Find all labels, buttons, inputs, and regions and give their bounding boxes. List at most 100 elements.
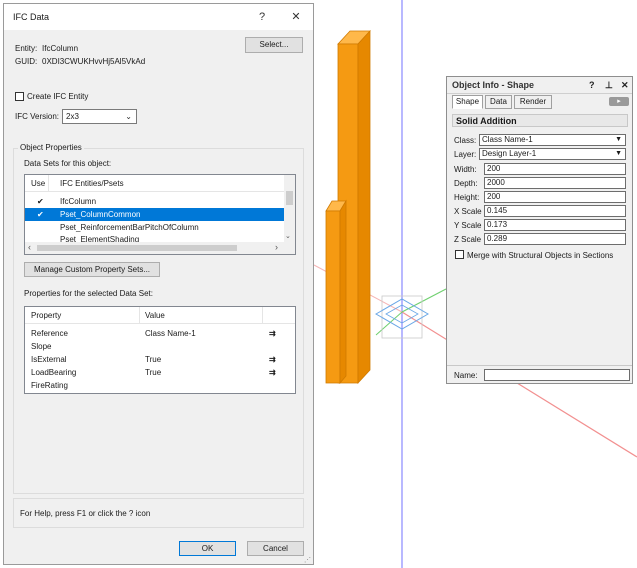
dropdown-arrow-icon: ▼ [615,136,622,143]
property-value: True [145,368,162,377]
chevron-down-icon: ⌄ [125,112,132,121]
create-ifc-entity-label: Create IFC Entity [27,92,89,101]
dialog-title: IFC Data [13,12,50,22]
palette-titlebar[interactable]: Object Info - Shape ? ⊥ ✕ [447,77,632,94]
pset-name: IfcColumn [60,197,97,206]
height-field[interactable]: 200 [484,191,626,203]
pset-name: Pset_ReinforcementBarPitchOfColumn [60,223,199,232]
merge-structural-label: Merge with Structural Objects in Section… [467,251,614,260]
scroll-left-arrow-icon[interactable]: ‹ [28,242,31,252]
x-scale-label: X Scale [454,207,482,216]
layer-label: Layer: [454,150,477,159]
check-icon: ✔ [37,197,44,206]
dialog-titlebar[interactable]: IFC Data ? ✕ [4,4,313,30]
class-dropdown[interactable]: Class Name-1 ▼ [479,134,626,146]
help-status-box: For Help, press F1 or click the ? icon [13,498,304,528]
manage-custom-property-sets-button[interactable]: Manage Custom Property Sets... [24,262,160,277]
x-scale-field[interactable]: 0.145 [484,205,626,217]
header-value: Value [145,311,165,320]
dropdown-arrow-icon: ▼ [615,150,622,157]
pin-icon[interactable]: ⊥ [605,80,613,91]
depth-label: Depth: [454,179,478,188]
header-use: Use [31,179,46,188]
ifc-version-value: 2x3 [66,112,79,121]
pset-row-selected[interactable]: ✔ Pset_ColumnCommon [25,208,284,221]
header-ifc-entities: IFC Entities/Psets [60,179,124,188]
help-button[interactable]: ? [589,80,595,90]
help-button[interactable]: ? [251,8,273,26]
depth-field[interactable]: 2000 [484,177,626,189]
property-value: Class Name-1 [145,329,196,338]
palette-menu-icon[interactable]: ▸ [609,97,629,106]
layer-dropdown[interactable]: Design Layer-1 ▼ [479,148,626,160]
property-name: FireRating [31,381,68,390]
resize-grip-icon[interactable]: ⋰ [304,556,311,564]
property-value: True [145,355,162,364]
layer-value: Design Layer-1 [482,149,537,158]
object-properties-label: Object Properties [18,143,84,152]
close-button[interactable]: ✕ [621,80,629,91]
pset-row[interactable]: ✔ IfcColumn [25,195,284,208]
property-row[interactable]: Reference Class Name-1 ⇉ [25,327,295,340]
psets-horizontal-scrollbar[interactable]: ‹ › [25,242,295,254]
psets-list[interactable]: Use IFC Entities/Psets ✔ IfcColumn ✔ Pse… [24,174,296,255]
guid-value: 0XDI3CWUKHvvHj5Al5VkAd [42,57,146,66]
close-button[interactable]: ✕ [285,8,307,26]
property-row[interactable]: Slope [25,340,295,353]
ifc-version-dropdown[interactable]: 2x3 ⌄ [62,109,137,124]
ifc-data-dialog: IFC Data ? ✕ Entity: IfcColumn GUID: 0XD… [3,3,314,565]
tab-shape[interactable]: Shape [452,95,483,109]
properties-list-header: Property Value [25,307,295,324]
ifc-version-label: IFC Version: [15,112,60,121]
ok-button[interactable]: OK [179,541,236,556]
data-sets-label: Data Sets for this object: [24,159,112,168]
scroll-right-arrow-icon[interactable]: › [275,242,278,252]
cancel-button[interactable]: Cancel [247,541,304,556]
tab-render[interactable]: Render [514,95,552,109]
object-type-header: Solid Addition [452,114,628,127]
class-label: Class: [454,136,477,145]
z-scale-field[interactable]: 0.289 [484,233,626,245]
link-icon[interactable]: ⇉ [269,327,276,340]
entity-label: Entity: [15,44,38,53]
select-button[interactable]: Select... [245,37,303,53]
properties-list[interactable]: Property Value Reference Class Name-1 ⇉ … [24,306,296,394]
pset-name: Pset_ElementShading [60,235,140,242]
tab-data[interactable]: Data [485,95,512,109]
psets-vertical-scrollbar[interactable]: ⌄ [284,175,295,242]
help-status-text: For Help, press F1 or click the ? icon [20,509,151,518]
width-label: Width: [454,165,477,174]
scroll-down-arrow-icon[interactable]: ⌄ [285,232,291,240]
object-type-title: Solid Addition [456,116,517,126]
palette-title: Object Info - Shape [452,80,535,90]
y-scale-label: Y Scale [454,221,482,230]
properties-label: Properties for the selected Data Set: [24,289,153,298]
orange-column-short[interactable] [325,199,347,385]
property-name: Slope [31,342,52,351]
property-name: IsExternal [31,355,67,364]
property-row[interactable]: IsExternal True ⇉ [25,353,295,366]
pset-row[interactable]: Pset_ElementShading [25,234,284,242]
property-row[interactable]: LoadBearing True ⇉ [25,366,295,379]
entity-value: IfcColumn [42,44,79,53]
height-label: Height: [454,193,480,202]
header-divider [48,175,49,191]
scrollbar-thumb[interactable] [37,245,237,251]
psets-list-header: Use IFC Entities/Psets [25,175,295,192]
y-scale-field[interactable]: 0.173 [484,219,626,231]
create-ifc-entity-checkbox[interactable] [15,92,24,101]
z-scale-label: Z Scale [454,235,482,244]
name-field[interactable] [484,369,630,381]
width-field[interactable]: 200 [484,163,626,175]
pset-name: Pset_ColumnCommon [60,210,141,219]
property-row[interactable]: FireRating [25,379,295,392]
link-icon[interactable]: ⇉ [269,366,276,379]
header-divider [139,307,140,323]
pset-row[interactable]: Pset_ReinforcementBarPitchOfColumn [25,221,284,234]
merge-structural-checkbox[interactable] [455,250,464,259]
property-name: LoadBearing [31,368,77,377]
link-icon[interactable]: ⇉ [269,353,276,366]
header-divider [262,307,263,323]
guid-label: GUID: [15,57,38,66]
scrollbar-thumb[interactable] [286,191,293,205]
